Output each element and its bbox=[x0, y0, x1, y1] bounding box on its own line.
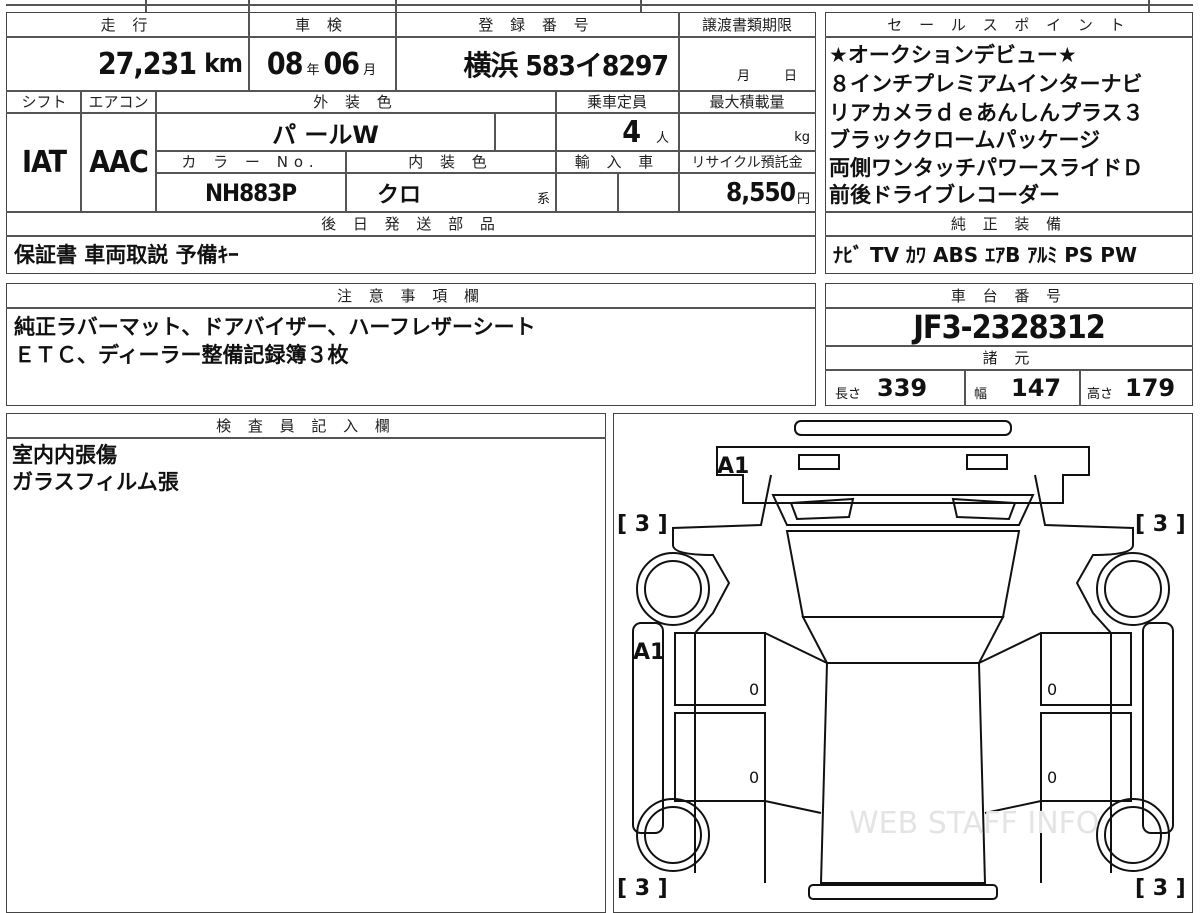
inspection-value-cell: 08 年 06 月 bbox=[250, 38, 393, 90]
roof bbox=[801, 616, 1005, 664]
registration-label: 登 録 番 号 bbox=[397, 14, 676, 35]
roof-panel bbox=[819, 662, 987, 884]
capacity-value: 4 bbox=[622, 114, 641, 150]
length-value: 339 bbox=[877, 374, 928, 402]
max-load-unit: kg bbox=[794, 129, 810, 145]
sales-point-line: リアカメラｄｅあんしんプラス３ bbox=[829, 101, 1144, 125]
capacity-unit: 人 bbox=[655, 130, 669, 146]
sales-point-line: ８インチプレミアムインターナビ bbox=[829, 72, 1143, 96]
capacity-cell: 4 人 bbox=[557, 114, 677, 150]
width-value: 147 bbox=[1011, 374, 1062, 402]
recycle-cell: 8,550 円 bbox=[680, 174, 814, 211]
interior-color-suffix: 系 bbox=[536, 192, 550, 207]
mileage-value-cell: 27,231 km bbox=[8, 38, 246, 90]
tire-mark: [ 3 ] bbox=[1135, 876, 1186, 900]
front-glass bbox=[785, 530, 1021, 618]
later-parts-value: 保証書 車両取説 予備ｷｰ bbox=[14, 243, 239, 267]
notes-label: 注 意 事 項 欄 bbox=[8, 285, 814, 306]
equipment-value: ﾅﾋﾞ TV ｶﾜ ABS ｴｱB ｱﾙﾐ PS PW bbox=[833, 243, 1138, 267]
seat-mark: 0 bbox=[1047, 680, 1057, 699]
interior-color-value: クロ bbox=[377, 182, 422, 208]
later-parts-label: 後 日 発 送 部 品 bbox=[8, 213, 814, 234]
transfer-month-unit: 月 bbox=[736, 68, 750, 84]
shift-label: シフト bbox=[8, 92, 80, 111]
wheel-front-left bbox=[636, 552, 710, 626]
recycle-unit: 円 bbox=[796, 192, 810, 207]
interior-color-label: 内 装 色 bbox=[347, 152, 554, 171]
notes-line: ＥＴＣ、ディーラー整備記録簿３枚 bbox=[14, 343, 349, 367]
transfer-deadline-label: 譲渡書類期限 bbox=[680, 14, 814, 35]
specs-label: 諸 元 bbox=[827, 347, 1191, 368]
shift-value: IAT bbox=[21, 145, 67, 180]
inspection-year: 08 bbox=[266, 46, 304, 82]
inspection-month-unit: 月 bbox=[363, 62, 377, 78]
tire-mark: [ 3 ] bbox=[617, 876, 668, 900]
tire-mark: [ 3 ] bbox=[617, 512, 668, 537]
sales-point-line: 両側ワンタッチパワースライドＤ bbox=[829, 156, 1143, 180]
door-rear-right bbox=[1040, 712, 1132, 802]
front-lamp-right bbox=[966, 454, 1008, 470]
sales-point-line: ブラッククロームパッケージ bbox=[829, 128, 1101, 152]
chassis-value: JF3-2328312 bbox=[913, 308, 1106, 346]
damage-mark-front: A1 bbox=[717, 454, 749, 479]
import-label: 輸 入 車 bbox=[557, 152, 677, 171]
aircon-value: AAC bbox=[89, 145, 149, 180]
sales-points-label: セ ー ル ス ポ イ ン ト bbox=[827, 14, 1191, 35]
inspection-month: 06 bbox=[323, 46, 361, 82]
inspector-line: 室内内張傷 bbox=[12, 443, 117, 467]
max-load-label: 最大積載量 bbox=[680, 92, 814, 111]
inspection-year-unit: 年 bbox=[306, 62, 320, 78]
mileage-label: 走 行 bbox=[8, 14, 246, 35]
width-cell: 幅 147 bbox=[966, 371, 1079, 405]
mileage-unit: km bbox=[204, 49, 243, 79]
car-diagram: A1 A1 [ 3 ] [ 3 ] [ 3 ] [ 3 ] 0 0 0 0 WE… bbox=[617, 420, 1186, 900]
color-no-label: カ ラ ー No. bbox=[157, 152, 344, 171]
recycle-value: 8,550 bbox=[725, 177, 796, 208]
mileage-value: 27,231 bbox=[97, 46, 197, 82]
equipment-label: 純 正 装 備 bbox=[827, 213, 1191, 234]
wheel-front-right bbox=[1096, 552, 1170, 626]
notes-line: 純正ラバーマット、ドアバイザー、ハーフレザーシート bbox=[14, 315, 536, 339]
recycle-label: リサイクル預託金 bbox=[680, 152, 814, 171]
aircon-label: エアコン bbox=[82, 92, 155, 111]
color-no-value: NH883P bbox=[204, 178, 297, 207]
max-load-cell: kg bbox=[680, 114, 814, 150]
inspector-line: ガラスフィルム張 bbox=[12, 470, 179, 494]
front-lamp-left bbox=[798, 454, 840, 470]
sales-point-line: ★オークションデビュー★ bbox=[829, 43, 1077, 67]
inspection-label: 車 検 bbox=[250, 14, 393, 35]
exterior-color-value: パ ールW bbox=[272, 120, 379, 149]
top-strip-line bbox=[6, 4, 1193, 6]
width-label: 幅 bbox=[974, 386, 988, 402]
front-bumper bbox=[794, 420, 1012, 436]
transfer-deadline-cell: 月 日 bbox=[680, 60, 814, 88]
rear-bumper bbox=[808, 884, 998, 900]
registration-value: 横浜 583イ8297 bbox=[463, 49, 669, 82]
height-cell: 高さ 179 bbox=[1081, 371, 1193, 405]
watermark: WEB STAFF INFO bbox=[849, 806, 1100, 841]
height-label: 高さ bbox=[1087, 386, 1114, 402]
windshield bbox=[771, 494, 1035, 526]
exterior-color-label: 外 装 色 bbox=[157, 92, 554, 111]
tire-mark: [ 3 ] bbox=[1135, 512, 1186, 537]
interior-color-cell: クロ 系 bbox=[347, 174, 554, 211]
sales-point-line: 前後ドライブレコーダー bbox=[829, 183, 1060, 207]
damage-mark-left: A1 bbox=[633, 640, 665, 665]
height-value: 179 bbox=[1125, 374, 1176, 402]
wheel-rear-right bbox=[1096, 798, 1170, 872]
inspector-label: 検 査 員 記 入 欄 bbox=[8, 415, 604, 436]
wheel-rear-left bbox=[636, 798, 710, 872]
door-rear-left bbox=[674, 712, 766, 802]
length-label: 長さ bbox=[835, 386, 862, 402]
capacity-label: 乗車定員 bbox=[557, 92, 677, 111]
seat-mark: 0 bbox=[749, 680, 759, 699]
seat-mark: 0 bbox=[749, 768, 759, 787]
chassis-label: 車 台 番 号 bbox=[827, 285, 1191, 306]
registration-value-cell: 横浜 583イ8297 bbox=[397, 38, 676, 90]
transfer-day-unit: 日 bbox=[783, 68, 797, 84]
length-cell: 長さ 339 bbox=[827, 371, 964, 405]
seat-mark: 0 bbox=[1047, 768, 1057, 787]
